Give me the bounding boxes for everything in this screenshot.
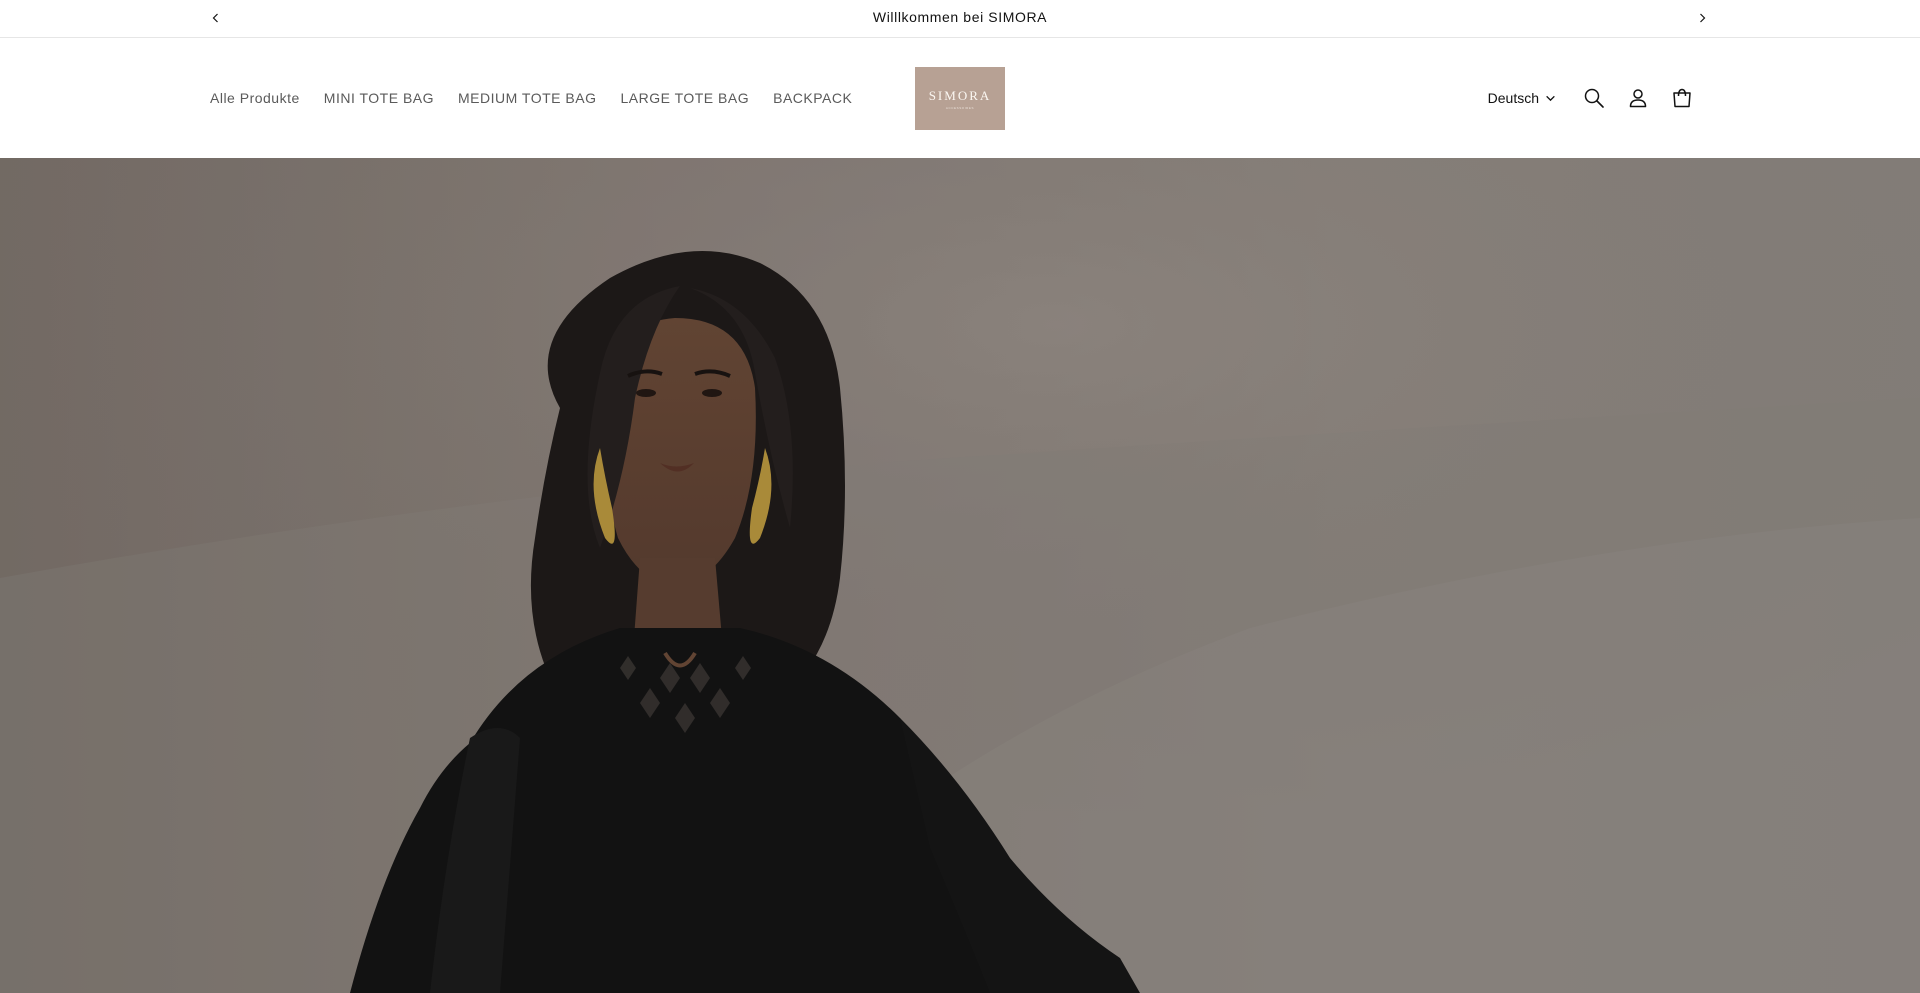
chevron-right-icon	[1700, 13, 1706, 23]
hero-image	[0, 158, 1920, 993]
account-icon	[1629, 89, 1647, 108]
announcement-bar: Willlkommen bei SIMORA	[0, 0, 1920, 38]
search-icon	[1584, 88, 1604, 108]
account-button[interactable]	[1616, 76, 1660, 120]
hero-banner[interactable]	[0, 158, 1920, 993]
language-label: Deutsch	[1487, 90, 1539, 106]
nav-item-mini-tote-bag[interactable]: MINI TOTE BAG	[312, 82, 446, 114]
language-selector[interactable]: Deutsch	[1488, 90, 1556, 106]
main-nav: Alle Produkte MINI TOTE BAG MEDIUM TOTE …	[210, 38, 864, 158]
nav-item-large-tote-bag[interactable]: LARGE TOTE BAG	[608, 82, 761, 114]
site-header: Alle Produkte MINI TOTE BAG MEDIUM TOTE …	[0, 38, 1920, 158]
logo-subtext: ACCESSOIRES	[945, 105, 975, 110]
nav-item-all-products[interactable]: Alle Produkte	[210, 82, 312, 114]
cart-button[interactable]	[1660, 76, 1704, 120]
search-button[interactable]	[1572, 76, 1616, 120]
cart-icon	[1673, 88, 1691, 108]
nav-item-medium-tote-bag[interactable]: MEDIUM TOTE BAG	[446, 82, 608, 114]
announcement-next-button[interactable]	[1692, 8, 1712, 28]
site-logo[interactable]: SIMORA ACCESSOIRES	[915, 67, 1005, 130]
header-tools: Deutsch	[1488, 38, 1704, 158]
logo-wordmark: SIMORA	[928, 87, 992, 103]
chevron-down-icon	[1546, 95, 1555, 101]
nav-item-backpack[interactable]: BACKPACK	[761, 82, 864, 114]
announcement-text: Willlkommen bei SIMORA	[872, 9, 1048, 25]
